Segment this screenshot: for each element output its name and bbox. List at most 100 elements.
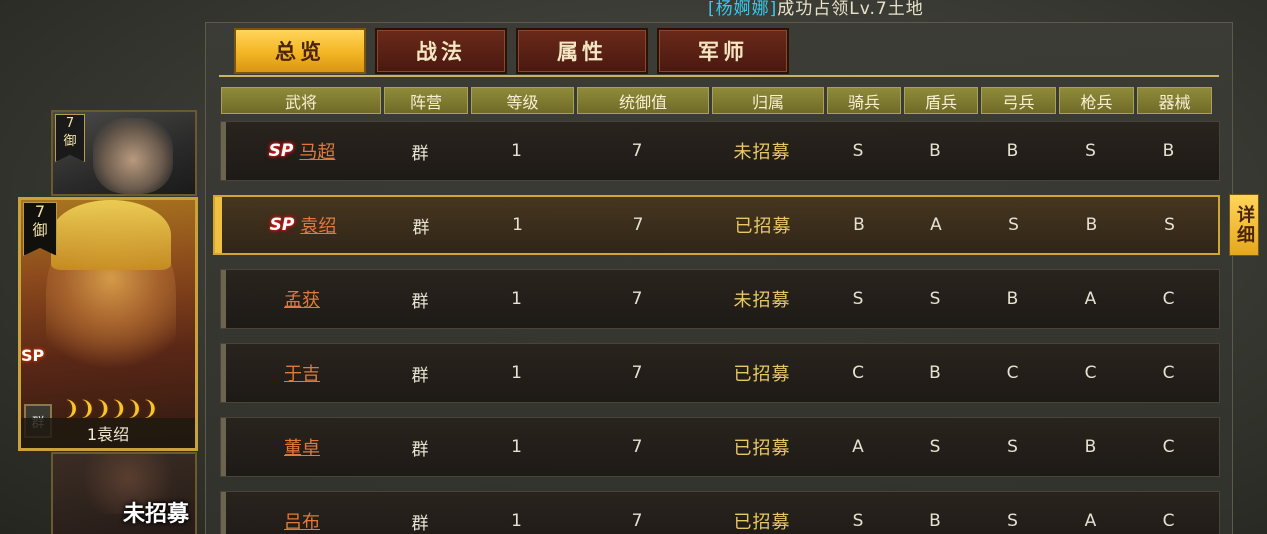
cell-archer: C <box>1006 363 1019 383</box>
cell-general: 董卓 <box>222 418 382 476</box>
cell-spear: A <box>1084 511 1097 531</box>
detail-button[interactable]: 详细 <box>1229 194 1259 256</box>
tab-tactics[interactable]: 战法 <box>375 28 507 74</box>
cell-archer: B <box>1006 289 1019 309</box>
cell-general: SP 马超 <box>222 122 382 180</box>
cell-cavalry: B <box>853 215 865 235</box>
cost-flag: 7 御 <box>55 114 85 162</box>
cell-siege: C <box>1162 437 1175 457</box>
cell-level: 1 <box>511 437 522 457</box>
column-header-general[interactable]: 武将 <box>221 87 381 114</box>
cell-shield: B <box>929 363 941 383</box>
table-row[interactable]: 吕布 群 1 7 已招募 S B S A C <box>220 491 1220 534</box>
general-portrait-hair <box>51 200 171 270</box>
cell-cavalry: S <box>852 511 864 531</box>
tab-overview[interactable]: 总览 <box>234 28 366 74</box>
cell-level: 1 <box>511 141 522 161</box>
cell-spear: C <box>1084 363 1097 383</box>
cell-spear: B <box>1084 437 1097 457</box>
general-card-top[interactable]: 7 御 <box>51 110 197 196</box>
tab-divider <box>219 75 1219 77</box>
cell-archer: S <box>1007 511 1018 531</box>
cell-status: 已招募 <box>733 364 791 385</box>
cost-label: 御 <box>32 221 48 239</box>
cell-general: 吕布 <box>222 492 382 534</box>
cell-siege: C <box>1162 363 1175 383</box>
column-header-shield[interactable]: 盾兵 <box>904 87 978 114</box>
column-header-cost[interactable]: 统御值 <box>577 87 709 114</box>
general-name-link[interactable]: 孟获 <box>284 286 320 312</box>
column-header-ownership[interactable]: 归属 <box>712 87 824 114</box>
cell-status: 未招募 <box>733 290 791 311</box>
cell-archer: B <box>1006 141 1019 161</box>
column-header-level[interactable]: 等级 <box>471 87 574 114</box>
general-card-bottom[interactable]: 未招募 <box>51 452 197 534</box>
cell-archer: S <box>1008 215 1019 235</box>
cell-cost: 7 <box>631 289 643 309</box>
cell-status: 已招募 <box>734 216 792 237</box>
general-name-link[interactable]: 袁绍 <box>300 212 336 238</box>
general-name-link[interactable]: 董卓 <box>284 434 320 460</box>
cell-cost: 7 <box>631 363 643 383</box>
cell-status: 已招募 <box>733 438 791 459</box>
cell-general: SP 袁绍 <box>223 197 383 253</box>
cell-shield: B <box>929 511 941 531</box>
cell-shield: S <box>929 437 941 457</box>
cell-siege: C <box>1162 289 1175 309</box>
general-name-link[interactable]: 于吉 <box>284 360 320 386</box>
cell-spear: A <box>1084 289 1097 309</box>
cost-label: 御 <box>63 134 77 149</box>
cost-value: 7 <box>65 116 75 131</box>
column-header-camp[interactable]: 阵营 <box>384 87 468 114</box>
sp-badge: SP <box>268 141 294 161</box>
notice-message: 成功占领Lv.7土地 <box>777 0 924 19</box>
cell-siege: B <box>1162 141 1175 161</box>
notice-player: [杨婀娜] <box>708 0 778 19</box>
cell-cavalry: A <box>852 437 864 457</box>
cell-camp: 群 <box>411 291 429 312</box>
cell-camp: 群 <box>412 217 430 238</box>
cell-cost: 7 <box>631 511 643 531</box>
column-header-spear[interactable]: 枪兵 <box>1059 87 1134 114</box>
cell-cavalry: S <box>852 141 864 161</box>
table-row[interactable]: 于吉 群 1 7 已招募 C B C C C <box>220 343 1220 403</box>
cell-shield: A <box>930 215 942 235</box>
cell-status: 未招募 <box>733 142 791 163</box>
cell-cavalry: C <box>852 363 864 383</box>
tab-advisor[interactable]: 军师 <box>657 28 789 74</box>
cell-shield: B <box>929 141 941 161</box>
general-card-selected[interactable]: 7 御 SP 群 ❩❩❩❩❩❩ 1袁绍 <box>18 197 198 451</box>
cell-spear: S <box>1085 141 1096 161</box>
cell-cost: 7 <box>631 141 643 161</box>
column-header-archer[interactable]: 弓兵 <box>981 87 1056 114</box>
cell-status: 已招募 <box>733 512 791 533</box>
cell-shield: S <box>929 289 941 309</box>
table-row[interactable]: SP 马超 群 1 7 未招募 S B B S B <box>220 121 1220 181</box>
cell-siege: S <box>1164 215 1175 235</box>
recruit-status-label: 未招募 <box>122 502 189 527</box>
column-header-cavalry[interactable]: 骑兵 <box>827 87 901 114</box>
cell-camp: 群 <box>411 143 429 164</box>
cell-level: 1 <box>511 363 522 383</box>
cell-siege: C <box>1162 511 1175 531</box>
general-name-link[interactable]: 马超 <box>299 138 335 164</box>
cell-spear: B <box>1085 215 1098 235</box>
table-row[interactable]: SP 袁绍 群 1 7 已招募 B A S B S <box>213 195 1220 255</box>
cell-cost: 7 <box>631 437 643 457</box>
tab-bar: 总览 战法 属性 军师 <box>234 28 789 74</box>
cell-general: 孟获 <box>222 270 382 328</box>
general-overview-panel: 总览 战法 属性 军师 武将 阵营 等级 统御值 归属 骑兵 盾兵 弓兵 枪兵 … <box>205 22 1233 534</box>
column-header-siege[interactable]: 器械 <box>1137 87 1212 114</box>
tab-attributes[interactable]: 属性 <box>516 28 648 74</box>
cell-level: 1 <box>512 215 523 235</box>
cell-cavalry: S <box>852 289 864 309</box>
cost-flag: 7 御 <box>23 202 57 256</box>
general-portrait <box>93 118 173 194</box>
general-name-link[interactable]: 吕布 <box>284 508 320 534</box>
cell-level: 1 <box>511 289 522 309</box>
cell-camp: 群 <box>411 365 429 386</box>
table-row[interactable]: 董卓 群 1 7 已招募 A S S B C <box>220 417 1220 477</box>
cell-archer: S <box>1007 437 1018 457</box>
table-row[interactable]: 孟获 群 1 7 未招募 S S B A C <box>220 269 1220 329</box>
sp-badge: SP <box>269 215 295 235</box>
